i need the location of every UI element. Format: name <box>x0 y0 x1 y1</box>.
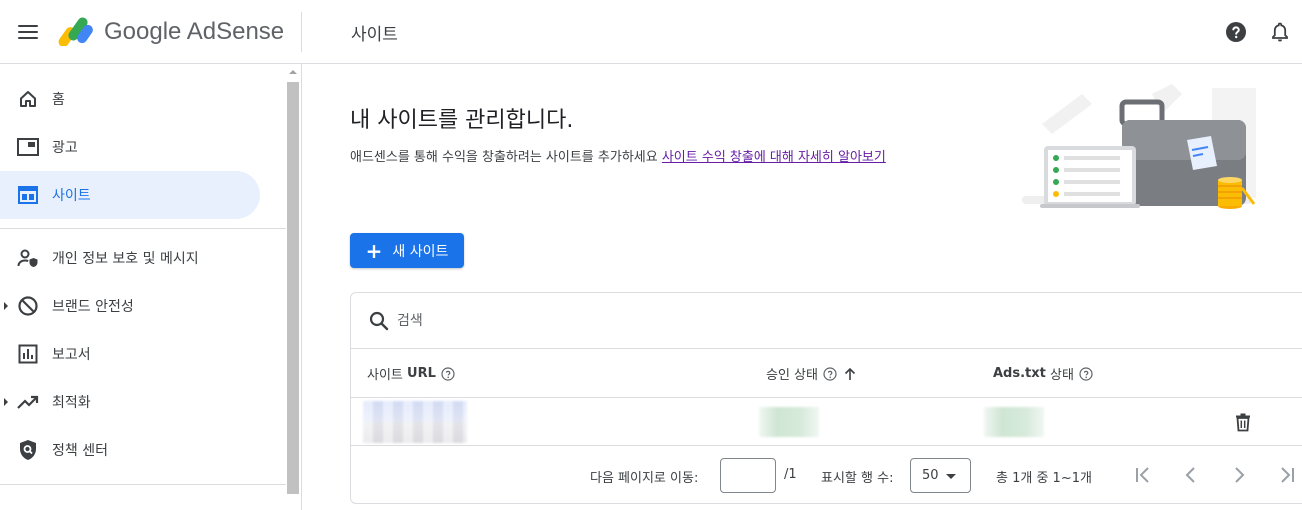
next-page-icon[interactable] <box>1227 463 1251 487</box>
redacted-ads-txt-status <box>984 407 1044 437</box>
learn-more-link[interactable]: 사이트 수익 창출에 대해 자세히 알아보기 <box>662 150 886 165</box>
help-icon[interactable] <box>1224 20 1248 44</box>
main-content: 내 사이트를 관리합니다. 애드센스를 통해 수익을 창출하려는 사이트를 추가… <box>302 64 1302 510</box>
goto-page-input[interactable] <box>720 458 776 493</box>
page-title: 사이트 <box>351 25 398 45</box>
sites-table-card: 사이트 URL 승인 상태 Ads.txt 상태 <box>350 292 1302 504</box>
adsense-logo-icon <box>58 17 93 46</box>
column-header-site-url[interactable]: 사이트 URL <box>367 364 455 383</box>
sidebar-item-label: 정책 센터 <box>52 443 108 459</box>
help-circle-icon[interactable] <box>441 366 455 381</box>
goto-page-label: 다음 페이지로 이동: <box>590 471 699 486</box>
sidebar-item-label: 최적화 <box>52 395 91 411</box>
column-header-label: 승인 상태 <box>766 368 818 383</box>
main-menu-button[interactable] <box>14 20 42 44</box>
sidebar-item-policy-center[interactable]: 정책 센터 <box>0 426 260 474</box>
sidebar-item-home[interactable]: 홈 <box>0 75 260 123</box>
search-bar <box>351 293 1302 349</box>
reports-icon <box>16 342 40 366</box>
dropdown-arrow-icon <box>946 474 956 479</box>
policy-shield-icon <box>16 438 40 462</box>
sidebar-scrollbar-thumb[interactable] <box>287 82 299 494</box>
new-site-button[interactable]: + 새 사이트 <box>350 233 464 268</box>
sidebar-item-brand-safety[interactable]: 브랜드 안전성 <box>0 282 260 330</box>
expand-caret-icon[interactable] <box>4 398 8 406</box>
plus-icon: + <box>365 238 383 263</box>
sidebar-item-reports[interactable]: 보고서 <box>0 330 260 378</box>
sidebar-item-optimization[interactable]: 최적화 <box>0 378 260 426</box>
description-text: 애드센스를 통해 수익을 창출하려는 사이트를 추가하세요 <box>350 150 658 165</box>
previous-page-icon[interactable] <box>1179 463 1203 487</box>
column-header-ads-txt-status[interactable]: Ads.txt 상태 <box>993 364 1093 383</box>
sites-icon <box>16 183 40 207</box>
privacy-messaging-icon <box>16 246 40 270</box>
trending-up-icon <box>16 390 40 414</box>
page-heading: 내 사이트를 관리합니다. <box>350 108 574 133</box>
total-pages: /1 <box>784 467 797 482</box>
sort-ascending-arrow-icon[interactable] <box>843 367 857 381</box>
sidebar-item-label: 개인 정보 보호 및 메시지 <box>52 251 199 267</box>
sidebar-item-label: 광고 <box>52 140 78 156</box>
table-pagination: 다음 페이지로 이동: /1 표시할 행 수: 50 총 1개 중 1~1개 <box>351 446 1302 504</box>
rows-per-page-select[interactable]: 50 <box>910 458 971 493</box>
search-input[interactable] <box>397 307 897 335</box>
pagination-range: 총 1개 중 1~1개 <box>996 471 1092 486</box>
sidebar-item-label: 홈 <box>52 92 65 108</box>
column-header-approval-status[interactable]: 승인 상태 <box>766 364 857 383</box>
scroll-up-arrow-icon[interactable] <box>289 70 297 74</box>
column-header-label: 상태 <box>1050 368 1074 383</box>
help-circle-icon[interactable] <box>1079 366 1093 381</box>
help-circle-icon[interactable] <box>823 366 837 381</box>
sidebar-item-privacy-messaging[interactable]: 개인 정보 보호 및 메시지 <box>0 234 260 282</box>
sites-illustration <box>1022 84 1256 209</box>
sidebar-item-label: 브랜드 안전성 <box>52 299 134 315</box>
home-icon <box>16 87 40 111</box>
ads-icon <box>16 135 40 159</box>
sidebar-item-ads[interactable]: 광고 <box>0 123 260 171</box>
sidebar-item-sites[interactable]: 사이트 <box>0 171 260 219</box>
expand-caret-icon[interactable] <box>4 302 8 310</box>
last-page-icon[interactable] <box>1275 463 1299 487</box>
sidebar-item-label: 보고서 <box>52 347 91 363</box>
notifications-bell-icon[interactable] <box>1268 20 1292 44</box>
column-header-label-bold: URL <box>407 366 436 381</box>
search-icon <box>369 311 389 331</box>
block-icon <box>16 294 40 318</box>
sidebar-divider <box>0 484 286 485</box>
top-app-bar: Google AdSense 사이트 <box>0 0 1302 64</box>
header-divider <box>301 12 302 52</box>
sidebar-item-label: 사이트 <box>52 188 91 204</box>
column-header-label: 사이트 <box>367 368 403 383</box>
page-description: 애드센스를 통해 수익을 창출하려는 사이트를 추가하세요 사이트 수익 창출에… <box>350 146 886 165</box>
redacted-approval-status <box>759 407 819 437</box>
table-header-row: 사이트 URL 승인 상태 Ads.txt 상태 <box>351 349 1302 398</box>
new-site-button-label: 새 사이트 <box>392 243 449 260</box>
column-header-label-bold: Ads.txt <box>993 366 1046 381</box>
delete-trash-icon[interactable] <box>1233 412 1253 432</box>
table-row[interactable] <box>351 398 1302 446</box>
rows-per-page-value: 50 <box>922 468 939 483</box>
redacted-site-url <box>363 401 467 443</box>
first-page-icon[interactable] <box>1131 463 1155 487</box>
rows-per-page-label: 표시할 행 수: <box>821 471 894 486</box>
brand-name: Google AdSense <box>104 18 285 45</box>
side-navigation: 홈 광고 사이트 개인 정보 보호 및 메시지 브랜드 안전성 보고서 최적화 … <box>0 64 302 510</box>
sidebar-divider <box>0 228 286 229</box>
